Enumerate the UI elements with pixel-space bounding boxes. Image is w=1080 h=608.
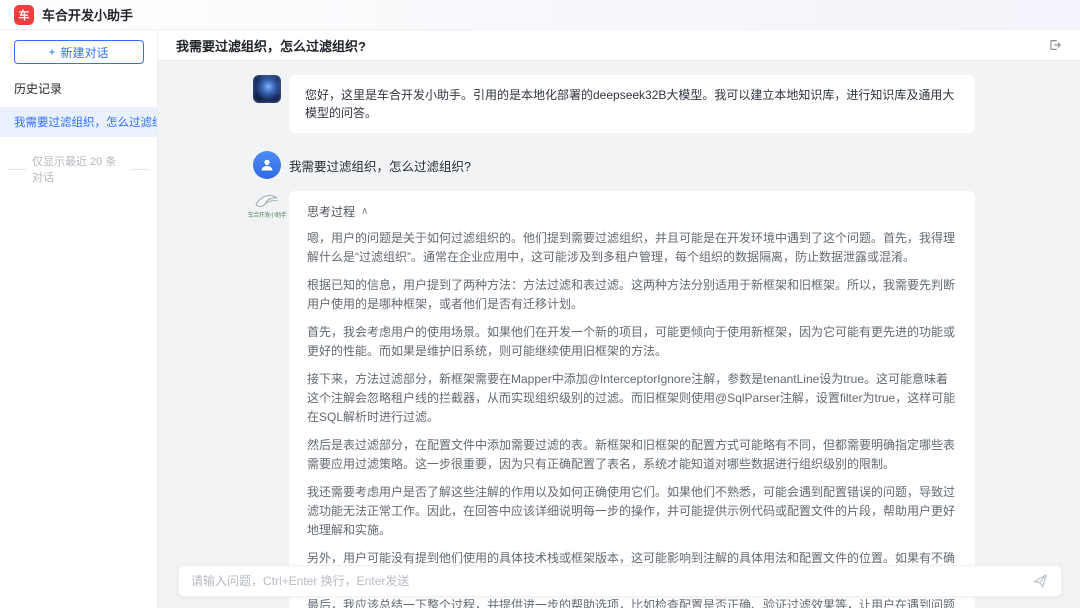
assistant-message-row: 您好，这里是车合开发小助手。引用的是本地化部署的deepseek32B大模型。我… (253, 75, 975, 133)
thinking-paragraph: 根据已知的信息，用户提到了两种方法：方法过滤和表过滤。这两种方法分别适用于新框架… (307, 276, 957, 314)
thinking-paragraph: 接下来，方法过滤部分，新框架需要在Mapper中添加@InterceptorIg… (307, 370, 957, 427)
assistant-greeting-bubble: 您好，这里是车合开发小助手。引用的是本地化部署的deepseek32B大模型。我… (289, 75, 975, 133)
chevron-up-icon: ∧ (361, 206, 368, 217)
app-logo: 车 (14, 5, 34, 25)
sidebar: + 新建对话 历史记录 我需要过滤组织，怎么过滤组织? 仅显示最近 20 条对话 (0, 30, 158, 608)
app-title: 车合开发小助手 (42, 5, 133, 24)
composer-bar (178, 565, 1062, 597)
assistant-brand-avatar: 车合开发小助手 (253, 191, 281, 227)
app-logo-char: 车 (19, 7, 30, 23)
thinking-toggle-label: 思考过程 (307, 203, 355, 220)
divider-line (131, 169, 149, 170)
history-limit-note: 仅显示最近 20 条对话 (0, 153, 157, 185)
assistant-answer-bubble: 思考过程 ∧ 嗯，用户的问题是关于如何过滤组织的。他们提到需要过滤组织，并且可能… (289, 191, 975, 608)
thinking-paragraph: 最后，我应该总结一下整个过程，并提供进一步的帮助选项，比如检查配置是否正确、验证… (307, 596, 957, 608)
user-question-text: 我需要过滤组织，怎么过滤组织? (289, 156, 471, 175)
assistant-avatar (253, 75, 281, 103)
conversation-title: 我需要过滤组织，怎么过滤组织? (176, 36, 366, 55)
greeting-text: 您好，这里是车合开发小助手。引用的是本地化部署的deepseek32B大模型。我… (305, 88, 954, 120)
history-limit-text: 仅显示最近 20 条对话 (32, 153, 125, 185)
message-input[interactable] (191, 574, 1031, 588)
user-message-row: 我需要过滤组织，怎么过滤组织? (253, 151, 975, 179)
avatar-brand-label: 车合开发小助手 (248, 213, 287, 219)
sidebar-item-conversation[interactable]: 我需要过滤组织，怎么过滤组织? (0, 107, 157, 137)
thinking-toggle[interactable]: 思考过程 ∧ (307, 203, 957, 220)
thinking-paragraph: 嗯，用户的问题是关于如何过滤组织的。他们提到需要过滤组织，并且可能是在开发环境中… (307, 229, 957, 267)
conversation-header: 我需要过滤组织，怎么过滤组织? (158, 30, 1080, 61)
top-bar: 车 车合开发小助手 (0, 0, 1080, 30)
thinking-content: 嗯，用户的问题是关于如何过滤组织的。他们提到需要过滤组织，并且可能是在开发环境中… (307, 229, 957, 608)
new-chat-label: 新建对话 (61, 44, 109, 61)
chat-main: 我需要过滤组织，怎么过滤组织? 您好，这里是车合开发小助手。引用的是本地化部署的… (158, 30, 1080, 608)
divider-line (8, 169, 26, 170)
bird-sketch-icon (253, 191, 281, 213)
app-window: 车 车合开发小助手 + 新建对话 历史记录 我需要过滤组织，怎么过滤组织? 仅显… (0, 0, 1080, 608)
assistant-answer-row: 车合开发小助手 思考过程 ∧ 嗯，用户的问题是关于如何过滤组织的。他们提到需要过… (253, 191, 975, 608)
thinking-paragraph: 首先，我会考虑用户的使用场景。如果他们在开发一个新的项目，可能更倾向于使用新框架… (307, 323, 957, 361)
thinking-paragraph: 我还需要考虑用户是否了解这些注解的作用以及如何正确使用它们。如果他们不熟悉，可能… (307, 483, 957, 540)
export-icon[interactable] (1046, 36, 1064, 54)
user-avatar (253, 151, 281, 179)
thinking-paragraph: 然后是表过滤部分，在配置文件中添加需要过滤的表。新框架和旧框架的配置方式可能略有… (307, 436, 957, 474)
plus-icon: + (48, 45, 55, 59)
new-chat-button[interactable]: + 新建对话 (14, 40, 144, 64)
send-icon[interactable] (1031, 572, 1049, 590)
history-section-label: 历史记录 (0, 64, 157, 107)
message-list[interactable]: 您好，这里是车合开发小助手。引用的是本地化部署的deepseek32B大模型。我… (158, 61, 1080, 608)
